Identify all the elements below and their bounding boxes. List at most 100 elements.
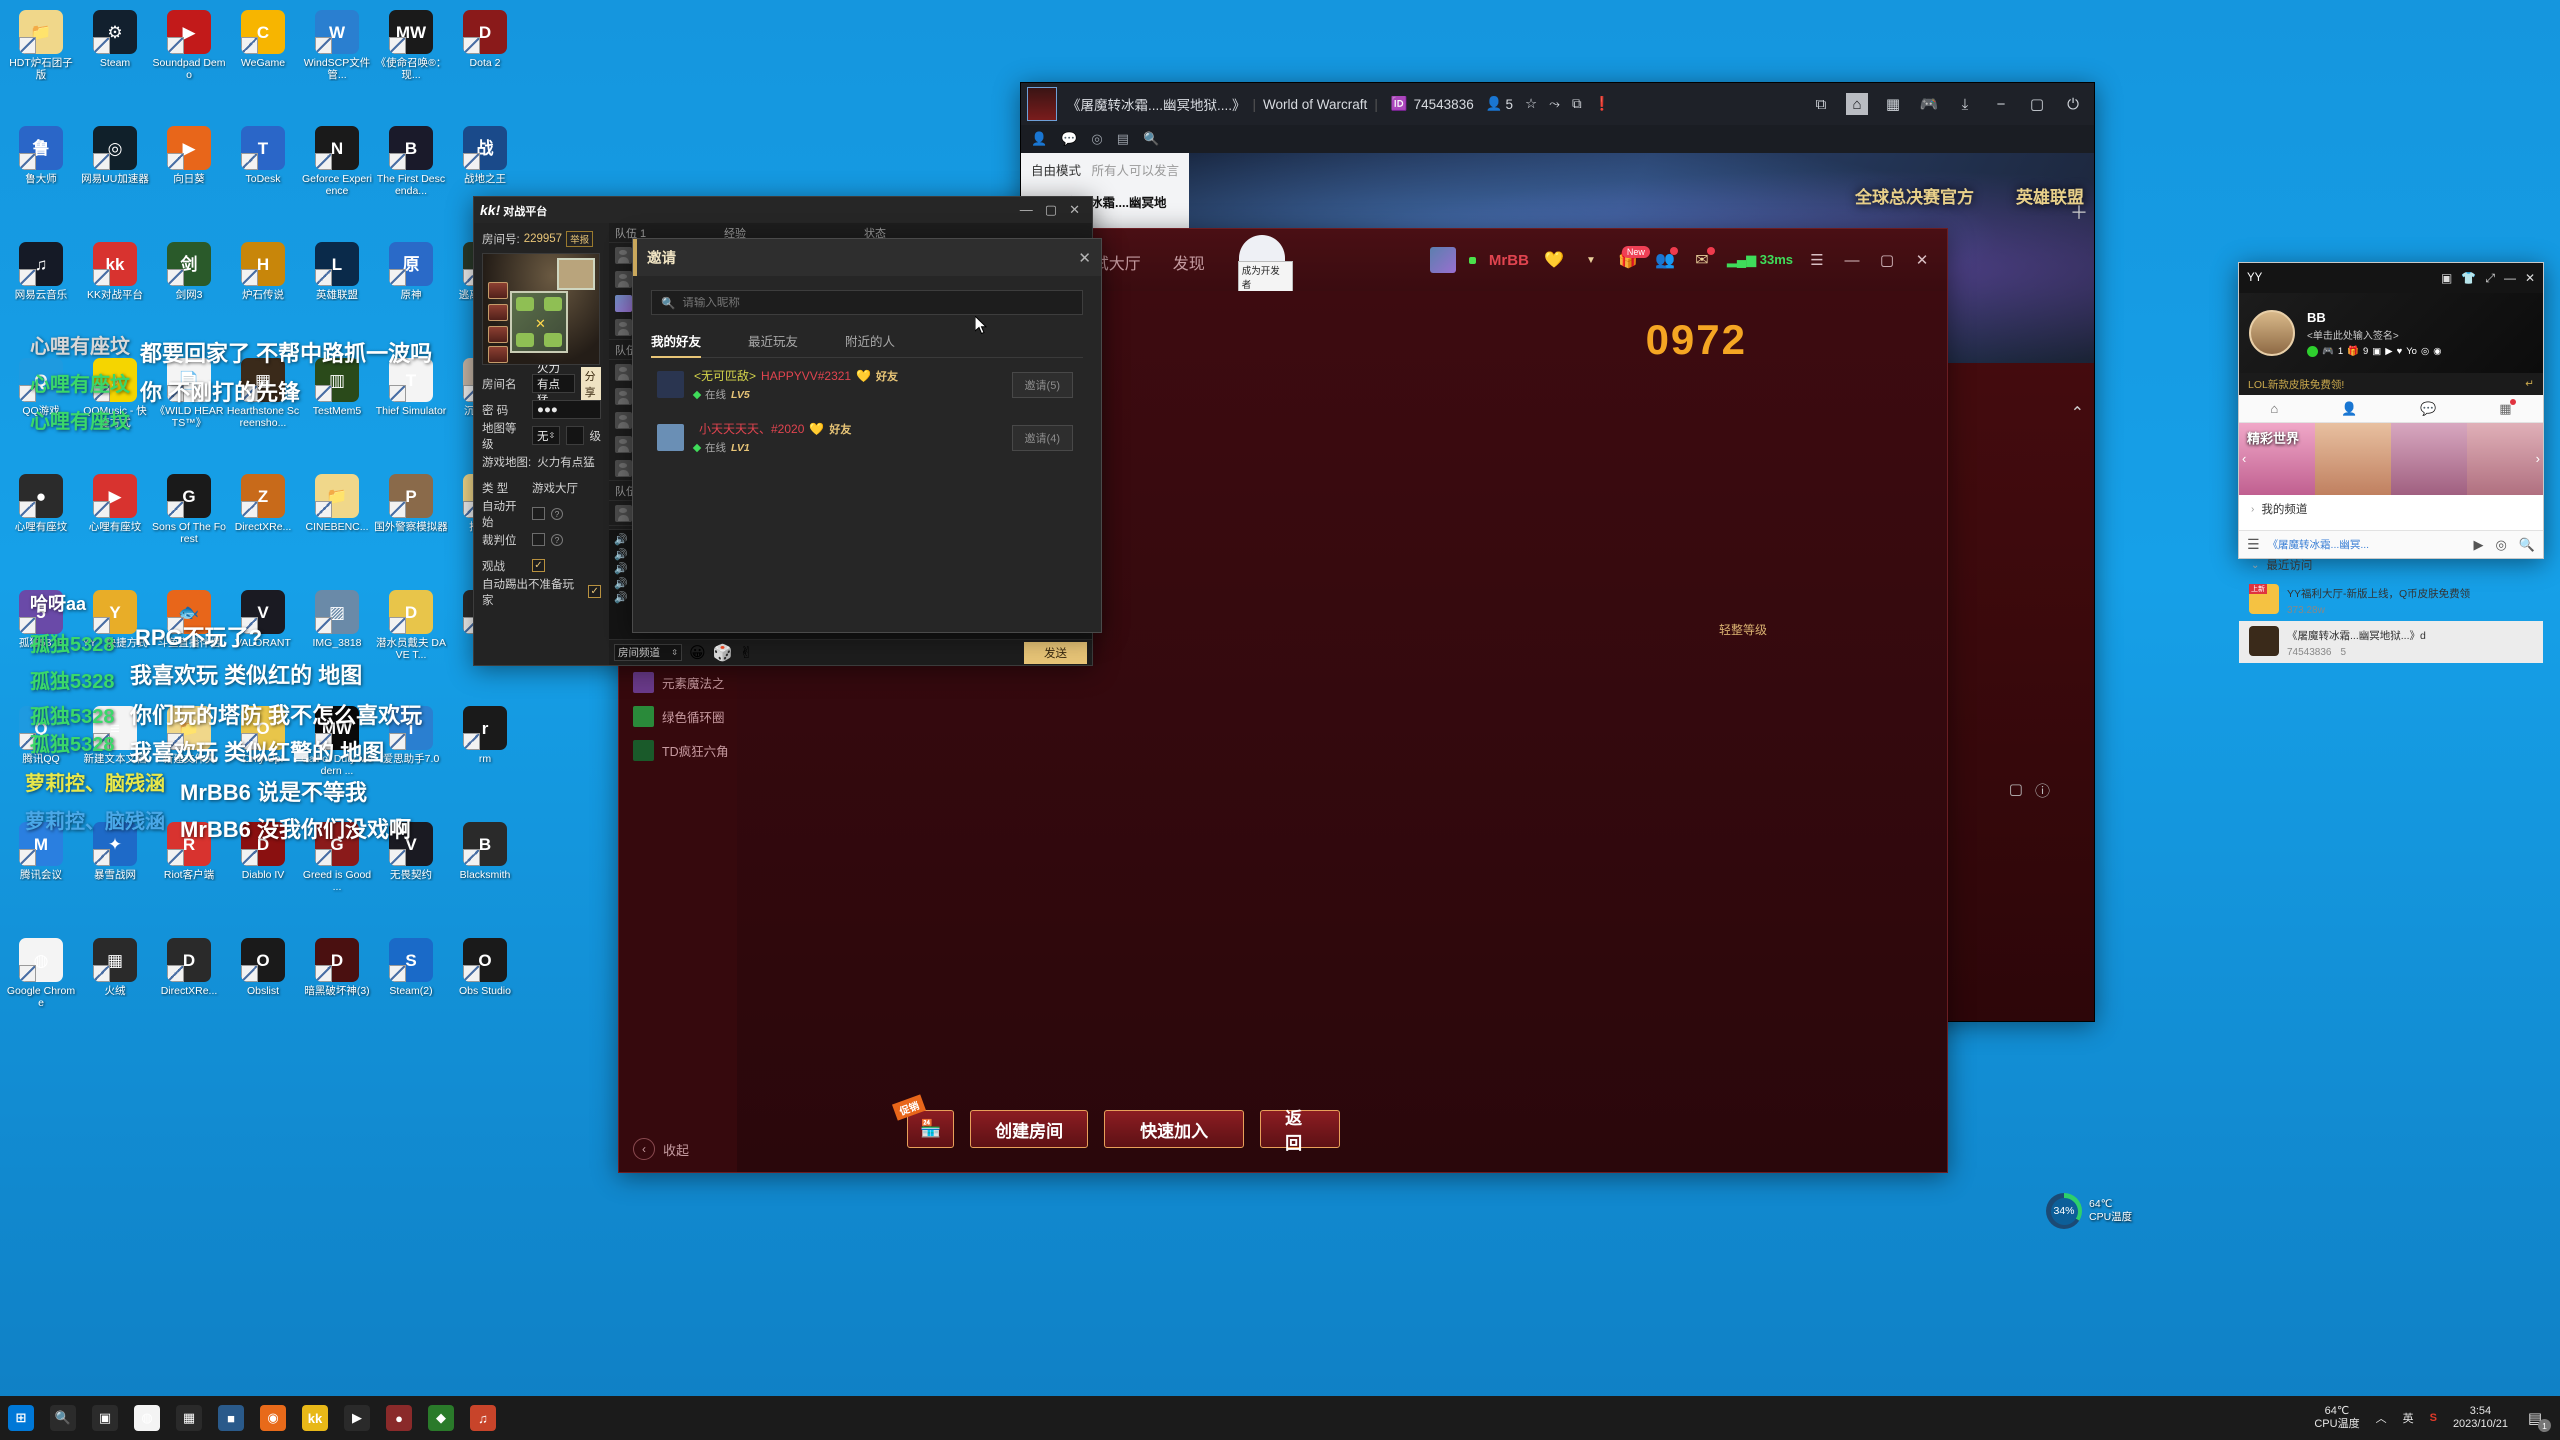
close-icon[interactable]: ✕ [2525, 271, 2535, 285]
minimize-icon[interactable]: — [1020, 202, 1033, 218]
yy-window[interactable]: YY ▣ 👕 ⤢ — ✕ BB <单击此处输入签名> 🎮 1 🎁 9 ▣ ▶ ♥… [2238, 262, 2544, 663]
location-icon[interactable]: ◎ [1091, 131, 1102, 147]
desktop-icon[interactable]: Y YY - 快捷方式 [78, 586, 152, 700]
hamburger-icon[interactable]: ☰ [2247, 536, 2260, 553]
desktop-icon[interactable]: MW Call of Duty Modern ... [300, 702, 374, 816]
yy-tab-home[interactable]: ⌂ [2270, 401, 2278, 416]
record-icon[interactable]: ◎ [2495, 537, 2506, 553]
desktop-icon[interactable]: kk KK对战平台 [78, 238, 152, 352]
play-icon[interactable]: ▶ [2385, 346, 2392, 357]
maximize-icon[interactable]: ▢ [1045, 202, 1057, 218]
picture-in-picture-icon[interactable]: ⧉ [1810, 93, 1832, 115]
shop-button[interactable]: 🏪 促销 [891, 1094, 955, 1148]
desktop-icon[interactable]: C WeGame [226, 6, 300, 120]
recent-game-5[interactable]: TD疯狂六角 [619, 733, 737, 767]
friend-row[interactable]: 小天天天天、#2020 💛 好友 在线 LV1 邀请(4) [651, 411, 1083, 464]
close-icon[interactable]: ✕ [1069, 202, 1080, 218]
minimize-icon[interactable]: — [2504, 271, 2516, 285]
maximize-icon[interactable]: ▢ [2026, 93, 2048, 115]
desktop-icon[interactable]: 📁 CINEBENC... [300, 470, 374, 584]
desktop-icon[interactable]: Z DirectXRe... [226, 470, 300, 584]
friend-invite-button[interactable]: 邀请(5) [1011, 371, 1073, 398]
download-icon[interactable]: ⤓ [1954, 93, 1976, 115]
app-7[interactable]: ◉ [252, 1398, 294, 1438]
target-icon[interactable]: ◉ [2433, 346, 2441, 357]
auto-kick-checkbox[interactable]: ✓ [588, 585, 601, 598]
desktop-icon[interactable]: M 腾讯会议 [4, 818, 78, 932]
spectate-checkbox[interactable]: ✓ [532, 559, 545, 572]
desktop-icon[interactable]: O Obs Studio [448, 934, 522, 1048]
map-preview[interactable]: ✕ [482, 253, 600, 365]
desktop-icon[interactable]: B Blacksmith [448, 818, 522, 932]
tray-clock[interactable]: 3:54 2023/10/21 [2453, 1405, 2508, 1431]
search-button[interactable]: 🔍 [42, 1398, 84, 1438]
search-input[interactable] [682, 296, 1073, 309]
chevron-down-icon[interactable]: ▼ [1579, 248, 1603, 272]
desktop-icon[interactable]: ▨ IMG_3818 [300, 586, 374, 700]
desktop-icon[interactable]: 📁 新建文件夹 [152, 702, 226, 816]
desktop-icon[interactable]: ⚙ Steam [78, 6, 152, 120]
info-icon[interactable]: ⓘ [2035, 780, 2050, 801]
send-button[interactable]: 发送 [1024, 641, 1087, 664]
desktop-icon[interactable]: ♫ 网易云音乐 [4, 238, 78, 352]
chrome-taskbar[interactable]: ◍ [126, 1398, 168, 1438]
tray-ime-indicator[interactable]: 英 [2403, 1410, 2414, 1426]
desktop-icon[interactable]: Q 腾讯QQ [4, 702, 78, 816]
wow-scroll-up-icon[interactable]: ⌃ [2071, 403, 2084, 423]
report-icon[interactable]: ❗ [1594, 96, 1611, 112]
desktop-icon[interactable]: T ToDesk [226, 122, 300, 236]
password-input[interactable]: ●●● [532, 400, 601, 419]
minimize-icon[interactable]: − [1990, 93, 2012, 115]
desktop-icon[interactable]: D 潜水员戴夫 DAVE T... [374, 586, 448, 700]
minimize-icon[interactable]: — [1841, 249, 1863, 271]
share-node-icon[interactable]: ⧉ [1572, 96, 1582, 112]
yy-tab-chat[interactable]: 💬 [2420, 401, 2436, 417]
referee-checkbox[interactable] [532, 533, 545, 546]
home-icon[interactable]: ⌂ [1846, 93, 1868, 115]
share-button[interactable]: 分享 [580, 366, 601, 401]
desktop-icon[interactable]: V 无畏契约 [374, 818, 448, 932]
sidebar-collapse[interactable]: ‹ 收起 [633, 1138, 689, 1160]
video-icon[interactable]: ▶ [2473, 537, 2483, 553]
carousel-prev-icon[interactable]: ‹ [2242, 451, 2246, 466]
invite-tab-0[interactable]: 我的好友 [651, 331, 702, 358]
start-button[interactable]: ⊞ [0, 1398, 42, 1438]
game-badge-icon[interactable]: 🎮 [2322, 346, 2334, 357]
map-level-input[interactable] [566, 426, 584, 445]
dice-icon[interactable]: 🎲 [713, 643, 733, 663]
tray-chevron-up-icon[interactable]: ︿ [2376, 1410, 2387, 1426]
edit-icon[interactable]: ▣ [2372, 346, 2381, 357]
desktop-icon[interactable]: ◍ Google Chrome [4, 934, 78, 1048]
yy-recent-item[interactable]: 《屠魔转冰霜...幽冥地狱...》d 74543836 5 [2239, 621, 2543, 663]
channel-select[interactable]: 房间频道 ⇳ [614, 644, 682, 661]
desktop-icon[interactable]: R Riot客户端 [152, 818, 226, 932]
desktop-icon[interactable]: W WindSCP文件管... [300, 6, 374, 120]
list-icon[interactable]: ▤ [1117, 131, 1129, 147]
desktop-icon[interactable]: P 国外警察模拟器 [374, 470, 448, 584]
menu-icon[interactable]: ☰ [1806, 249, 1828, 271]
desktop-icon[interactable]: 鲁 鲁大师 [4, 122, 78, 236]
kk-nav-4[interactable]: 发现 [1173, 229, 1205, 291]
kk-mascot[interactable]: 成为开发者 [1231, 231, 1293, 291]
desktop-icon[interactable]: 剑 剑网3 [152, 238, 226, 352]
desktop-icon[interactable]: ✦ 暴雪战网 [78, 818, 152, 932]
yy-signature[interactable]: <单击此处输入签名> [2307, 327, 2442, 342]
bookmark-icon[interactable]: ☆ [1525, 96, 1537, 112]
desktop-icon[interactable]: H 炉石传说 [226, 238, 300, 352]
desktop-icon[interactable]: N Geforce Experience [300, 122, 374, 236]
back-button[interactable]: 返回 [1260, 1109, 1341, 1153]
recent-game-3[interactable]: 元素魔法之 [619, 665, 737, 699]
desktop-icon[interactable]: Q QQ游戏 [4, 354, 78, 468]
desktop-icon[interactable]: 📄 《WILD HEARTS™》 [152, 354, 226, 468]
help-icon-2[interactable]: ? [551, 533, 563, 546]
desktop-icon[interactable]: G Greed is Good ... [300, 818, 374, 932]
cpu-widget[interactable]: 34% 64℃ CPU温度 [2046, 1190, 2158, 1232]
avatar[interactable] [1429, 247, 1456, 273]
power-icon[interactable]: ⏻ [2062, 93, 2084, 115]
desktop-icon[interactable]: r rm [448, 702, 522, 816]
mail-icon[interactable]: ✉ [1690, 247, 1715, 272]
map-level-select[interactable]: 无 ⇳ [532, 426, 561, 445]
desktop-icon[interactable]: T Thief Simulator [374, 354, 448, 468]
desktop-icon[interactable]: ▶ 向日葵 [152, 122, 226, 236]
desktop-icon[interactable]: ▦ Hearthstone Screensho... [226, 354, 300, 468]
